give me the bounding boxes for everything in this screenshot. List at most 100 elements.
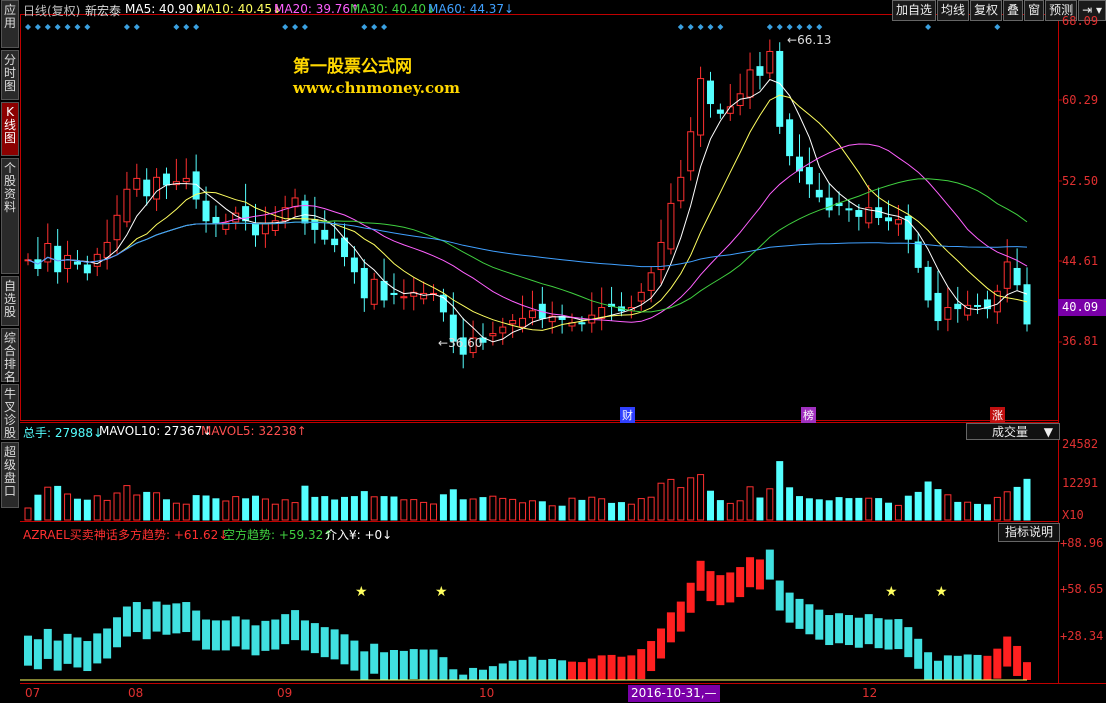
candle-body bbox=[370, 278, 378, 305]
volume-bar bbox=[627, 503, 635, 521]
indicator-bar bbox=[953, 655, 962, 680]
toolbar-button-4[interactable]: 窗 bbox=[1024, 0, 1045, 21]
sidebar-tab-3[interactable]: 个股资料 bbox=[1, 158, 19, 274]
sidebar-tab-7[interactable]: 超级盘口 bbox=[1, 442, 19, 508]
indicator-bar bbox=[459, 674, 468, 680]
volume-bar bbox=[133, 494, 141, 521]
ma30-label: MA30: 40.40↓ bbox=[350, 2, 437, 16]
candle-body bbox=[509, 320, 517, 325]
indicator-bar bbox=[854, 617, 863, 648]
sidebar-tab-2[interactable]: K线图 bbox=[1, 102, 19, 156]
volume-bar bbox=[281, 499, 289, 521]
indicator-bar bbox=[736, 567, 745, 598]
volume-bar bbox=[667, 478, 675, 521]
ma20-line bbox=[27, 143, 1028, 323]
signal-diamond bbox=[301, 24, 308, 30]
indicator-bar bbox=[380, 652, 389, 680]
sidebar-tab-char: 用 bbox=[3, 16, 16, 30]
volume-total: 总手: 27988↓ bbox=[23, 426, 104, 440]
candle-body bbox=[182, 177, 190, 183]
ranking-event-marker[interactable]: 榜 bbox=[801, 407, 816, 423]
volume-unit: X10 bbox=[1062, 508, 1084, 522]
indicator-bar bbox=[350, 640, 359, 671]
indicator-bar bbox=[439, 657, 448, 680]
volume-bar bbox=[805, 498, 813, 521]
x-tick: 12 bbox=[862, 686, 878, 700]
price-tick: 60.29 bbox=[1062, 93, 1099, 107]
candle-body bbox=[400, 296, 408, 299]
candle-body bbox=[954, 303, 962, 310]
candle-body bbox=[143, 179, 151, 197]
volume-bar bbox=[212, 498, 220, 521]
toolbar-button-3[interactable]: 叠 bbox=[1003, 0, 1024, 21]
toolbar-button-0[interactable]: 加自选 bbox=[892, 0, 937, 21]
volume-bar bbox=[341, 496, 349, 521]
volume-bar bbox=[430, 503, 438, 521]
volume-bar bbox=[360, 491, 368, 521]
x-tick: 10 bbox=[479, 686, 495, 700]
volume-bar bbox=[538, 501, 546, 521]
indicator-bar bbox=[755, 559, 764, 590]
volume-selector[interactable]: 成交量 ▼ bbox=[966, 423, 1060, 440]
volume-bar bbox=[904, 495, 912, 521]
volume-bar bbox=[202, 495, 210, 521]
indicator-bar bbox=[676, 601, 685, 632]
candle-body bbox=[914, 241, 922, 268]
signal-diamond bbox=[123, 24, 130, 30]
indicator-bar bbox=[83, 641, 92, 672]
volume-bar bbox=[192, 495, 200, 521]
volume-bar bbox=[914, 491, 922, 521]
financial-event-marker[interactable]: 财 bbox=[620, 407, 635, 423]
price-tick: 68.09 bbox=[1062, 14, 1099, 28]
candle-body bbox=[360, 267, 368, 299]
toolbar-button-2[interactable]: 复权 bbox=[970, 0, 1003, 21]
indicator-bar bbox=[113, 617, 122, 648]
volume-bar bbox=[439, 494, 447, 521]
signal-diamond bbox=[64, 24, 71, 30]
volume-bar bbox=[736, 500, 744, 521]
volume-bar bbox=[528, 500, 536, 521]
candle-body bbox=[350, 257, 358, 273]
sidebar-tab-6[interactable]: 牛叉诊股 bbox=[1, 384, 19, 440]
indicator-bar bbox=[409, 649, 418, 680]
indicator-bar bbox=[291, 610, 300, 641]
volume-bar bbox=[796, 496, 804, 521]
x-tick: 07 bbox=[25, 686, 41, 700]
volume-selector-label: 成交量 bbox=[992, 425, 1029, 439]
indicator-bar bbox=[528, 656, 537, 680]
indicator-name: AZRAEL买卖神话 bbox=[23, 528, 118, 542]
candle-body bbox=[212, 216, 220, 224]
indicator-bar bbox=[825, 615, 834, 646]
volume-bar bbox=[568, 497, 576, 521]
toolbar-button-1[interactable]: 均线 bbox=[937, 0, 970, 21]
star-icon: ★ bbox=[355, 584, 368, 600]
volume-bar bbox=[271, 503, 279, 521]
current-price-tag: 40.09 bbox=[1058, 299, 1106, 316]
volume-bar bbox=[548, 505, 556, 521]
indicator-bar bbox=[53, 640, 62, 671]
sidebar-tab-char: 股 bbox=[3, 305, 16, 319]
volume-bar bbox=[469, 498, 477, 521]
candle-body bbox=[776, 50, 784, 127]
volume-bar bbox=[350, 496, 358, 521]
candle-body bbox=[202, 200, 210, 222]
candle-body bbox=[805, 167, 813, 185]
x-tick: 09 bbox=[277, 686, 293, 700]
volume-bar bbox=[509, 498, 517, 521]
limit-up-event-marker[interactable]: 涨 bbox=[990, 407, 1005, 423]
indicator-bar bbox=[835, 613, 844, 644]
signal-diamond bbox=[707, 24, 714, 30]
indicator-bar bbox=[538, 659, 547, 680]
indicator-bar bbox=[963, 654, 972, 680]
candle-body bbox=[697, 78, 705, 136]
indicator-bar bbox=[924, 652, 933, 680]
indicator-bar bbox=[795, 598, 804, 629]
indicator-help-button[interactable]: 指标说明 bbox=[998, 523, 1060, 542]
volume-bar bbox=[390, 496, 398, 521]
sidebar-tab-0[interactable]: 应用 bbox=[1, 0, 19, 48]
sidebar-tab-5[interactable]: 综合排名 bbox=[1, 328, 19, 384]
sidebar-tab-1[interactable]: 分时图 bbox=[1, 50, 19, 100]
volume-bar bbox=[885, 502, 893, 521]
sidebar-tab-4[interactable]: 自选股 bbox=[1, 276, 19, 326]
indicator-bar bbox=[488, 666, 497, 680]
